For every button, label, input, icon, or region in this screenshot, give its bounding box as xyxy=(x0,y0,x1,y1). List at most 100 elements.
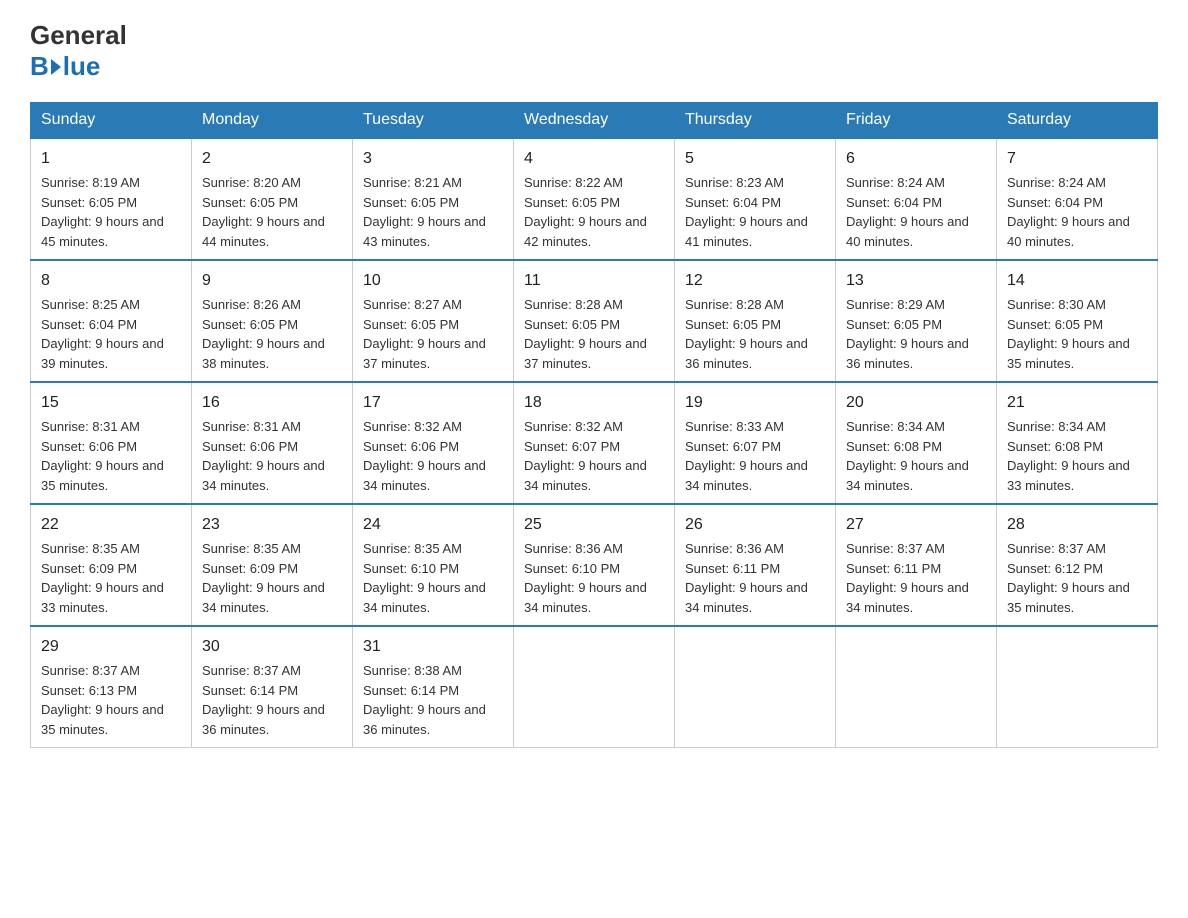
calendar-cell: 23 Sunrise: 8:35 AMSunset: 6:09 PMDaylig… xyxy=(192,504,353,626)
day-number: 13 xyxy=(846,269,986,293)
calendar-cell: 11 Sunrise: 8:28 AMSunset: 6:05 PMDaylig… xyxy=(514,260,675,382)
day-info: Sunrise: 8:35 AMSunset: 6:09 PMDaylight:… xyxy=(202,541,325,615)
day-info: Sunrise: 8:28 AMSunset: 6:05 PMDaylight:… xyxy=(524,297,647,371)
calendar-cell: 12 Sunrise: 8:28 AMSunset: 6:05 PMDaylig… xyxy=(675,260,836,382)
header-tuesday: Tuesday xyxy=(353,103,514,139)
day-info: Sunrise: 8:23 AMSunset: 6:04 PMDaylight:… xyxy=(685,175,808,249)
day-info: Sunrise: 8:35 AMSunset: 6:10 PMDaylight:… xyxy=(363,541,486,615)
header-thursday: Thursday xyxy=(675,103,836,139)
day-number: 19 xyxy=(685,391,825,415)
logo-b-letter: B xyxy=(30,51,49,82)
day-info: Sunrise: 8:24 AMSunset: 6:04 PMDaylight:… xyxy=(1007,175,1130,249)
day-number: 31 xyxy=(363,635,503,659)
calendar-cell: 10 Sunrise: 8:27 AMSunset: 6:05 PMDaylig… xyxy=(353,260,514,382)
day-number: 22 xyxy=(41,513,181,537)
day-info: Sunrise: 8:36 AMSunset: 6:10 PMDaylight:… xyxy=(524,541,647,615)
calendar-cell: 19 Sunrise: 8:33 AMSunset: 6:07 PMDaylig… xyxy=(675,382,836,504)
day-number: 11 xyxy=(524,269,664,293)
calendar-cell: 8 Sunrise: 8:25 AMSunset: 6:04 PMDayligh… xyxy=(31,260,192,382)
calendar-cell: 17 Sunrise: 8:32 AMSunset: 6:06 PMDaylig… xyxy=(353,382,514,504)
day-info: Sunrise: 8:32 AMSunset: 6:07 PMDaylight:… xyxy=(524,419,647,493)
day-info: Sunrise: 8:37 AMSunset: 6:13 PMDaylight:… xyxy=(41,663,164,737)
day-number: 30 xyxy=(202,635,342,659)
day-number: 16 xyxy=(202,391,342,415)
day-number: 8 xyxy=(41,269,181,293)
day-number: 14 xyxy=(1007,269,1147,293)
day-info: Sunrise: 8:35 AMSunset: 6:09 PMDaylight:… xyxy=(41,541,164,615)
day-number: 12 xyxy=(685,269,825,293)
day-number: 23 xyxy=(202,513,342,537)
day-number: 15 xyxy=(41,391,181,415)
day-number: 20 xyxy=(846,391,986,415)
calendar-cell: 25 Sunrise: 8:36 AMSunset: 6:10 PMDaylig… xyxy=(514,504,675,626)
day-info: Sunrise: 8:24 AMSunset: 6:04 PMDaylight:… xyxy=(846,175,969,249)
day-number: 5 xyxy=(685,147,825,171)
day-info: Sunrise: 8:31 AMSunset: 6:06 PMDaylight:… xyxy=(202,419,325,493)
calendar-cell: 28 Sunrise: 8:37 AMSunset: 6:12 PMDaylig… xyxy=(997,504,1158,626)
header-monday: Monday xyxy=(192,103,353,139)
day-info: Sunrise: 8:37 AMSunset: 6:11 PMDaylight:… xyxy=(846,541,969,615)
day-info: Sunrise: 8:20 AMSunset: 6:05 PMDaylight:… xyxy=(202,175,325,249)
calendar-cell: 6 Sunrise: 8:24 AMSunset: 6:04 PMDayligh… xyxy=(836,138,997,260)
calendar-cell: 26 Sunrise: 8:36 AMSunset: 6:11 PMDaylig… xyxy=(675,504,836,626)
day-info: Sunrise: 8:37 AMSunset: 6:14 PMDaylight:… xyxy=(202,663,325,737)
calendar-week-2: 8 Sunrise: 8:25 AMSunset: 6:04 PMDayligh… xyxy=(31,260,1158,382)
day-info: Sunrise: 8:25 AMSunset: 6:04 PMDaylight:… xyxy=(41,297,164,371)
day-info: Sunrise: 8:27 AMSunset: 6:05 PMDaylight:… xyxy=(363,297,486,371)
calendar-cell: 21 Sunrise: 8:34 AMSunset: 6:08 PMDaylig… xyxy=(997,382,1158,504)
calendar-week-1: 1 Sunrise: 8:19 AMSunset: 6:05 PMDayligh… xyxy=(31,138,1158,260)
day-info: Sunrise: 8:37 AMSunset: 6:12 PMDaylight:… xyxy=(1007,541,1130,615)
day-number: 17 xyxy=(363,391,503,415)
day-number: 24 xyxy=(363,513,503,537)
day-info: Sunrise: 8:33 AMSunset: 6:07 PMDaylight:… xyxy=(685,419,808,493)
calendar-cell: 4 Sunrise: 8:22 AMSunset: 6:05 PMDayligh… xyxy=(514,138,675,260)
day-number: 1 xyxy=(41,147,181,171)
day-info: Sunrise: 8:26 AMSunset: 6:05 PMDaylight:… xyxy=(202,297,325,371)
calendar-cell: 18 Sunrise: 8:32 AMSunset: 6:07 PMDaylig… xyxy=(514,382,675,504)
calendar-cell xyxy=(997,626,1158,748)
calendar-table: SundayMondayTuesdayWednesdayThursdayFrid… xyxy=(30,102,1158,748)
calendar-cell xyxy=(836,626,997,748)
day-number: 9 xyxy=(202,269,342,293)
day-info: Sunrise: 8:21 AMSunset: 6:05 PMDaylight:… xyxy=(363,175,486,249)
day-number: 21 xyxy=(1007,391,1147,415)
day-info: Sunrise: 8:38 AMSunset: 6:14 PMDaylight:… xyxy=(363,663,486,737)
calendar-cell: 5 Sunrise: 8:23 AMSunset: 6:04 PMDayligh… xyxy=(675,138,836,260)
day-info: Sunrise: 8:30 AMSunset: 6:05 PMDaylight:… xyxy=(1007,297,1130,371)
day-info: Sunrise: 8:28 AMSunset: 6:05 PMDaylight:… xyxy=(685,297,808,371)
day-number: 29 xyxy=(41,635,181,659)
calendar-cell: 22 Sunrise: 8:35 AMSunset: 6:09 PMDaylig… xyxy=(31,504,192,626)
header-saturday: Saturday xyxy=(997,103,1158,139)
day-number: 6 xyxy=(846,147,986,171)
day-number: 2 xyxy=(202,147,342,171)
day-info: Sunrise: 8:34 AMSunset: 6:08 PMDaylight:… xyxy=(1007,419,1130,493)
header-wednesday: Wednesday xyxy=(514,103,675,139)
calendar-cell: 1 Sunrise: 8:19 AMSunset: 6:05 PMDayligh… xyxy=(31,138,192,260)
calendar-cell: 15 Sunrise: 8:31 AMSunset: 6:06 PMDaylig… xyxy=(31,382,192,504)
calendar-cell xyxy=(514,626,675,748)
calendar-cell: 30 Sunrise: 8:37 AMSunset: 6:14 PMDaylig… xyxy=(192,626,353,748)
day-info: Sunrise: 8:22 AMSunset: 6:05 PMDaylight:… xyxy=(524,175,647,249)
calendar-cell xyxy=(675,626,836,748)
page-header: General B lue xyxy=(30,20,1158,82)
day-info: Sunrise: 8:36 AMSunset: 6:11 PMDaylight:… xyxy=(685,541,808,615)
calendar-cell: 2 Sunrise: 8:20 AMSunset: 6:05 PMDayligh… xyxy=(192,138,353,260)
calendar-cell: 27 Sunrise: 8:37 AMSunset: 6:11 PMDaylig… xyxy=(836,504,997,626)
calendar-cell: 29 Sunrise: 8:37 AMSunset: 6:13 PMDaylig… xyxy=(31,626,192,748)
logo-general-text: General xyxy=(30,20,127,51)
day-number: 27 xyxy=(846,513,986,537)
day-number: 7 xyxy=(1007,147,1147,171)
day-number: 25 xyxy=(524,513,664,537)
day-number: 3 xyxy=(363,147,503,171)
calendar-week-3: 15 Sunrise: 8:31 AMSunset: 6:06 PMDaylig… xyxy=(31,382,1158,504)
calendar-cell: 9 Sunrise: 8:26 AMSunset: 6:05 PMDayligh… xyxy=(192,260,353,382)
logo-lue-text: lue xyxy=(63,51,101,82)
day-number: 10 xyxy=(363,269,503,293)
logo: General B lue xyxy=(30,20,127,82)
calendar-cell: 3 Sunrise: 8:21 AMSunset: 6:05 PMDayligh… xyxy=(353,138,514,260)
day-info: Sunrise: 8:34 AMSunset: 6:08 PMDaylight:… xyxy=(846,419,969,493)
calendar-cell: 14 Sunrise: 8:30 AMSunset: 6:05 PMDaylig… xyxy=(997,260,1158,382)
calendar-week-4: 22 Sunrise: 8:35 AMSunset: 6:09 PMDaylig… xyxy=(31,504,1158,626)
day-number: 4 xyxy=(524,147,664,171)
calendar-cell: 24 Sunrise: 8:35 AMSunset: 6:10 PMDaylig… xyxy=(353,504,514,626)
